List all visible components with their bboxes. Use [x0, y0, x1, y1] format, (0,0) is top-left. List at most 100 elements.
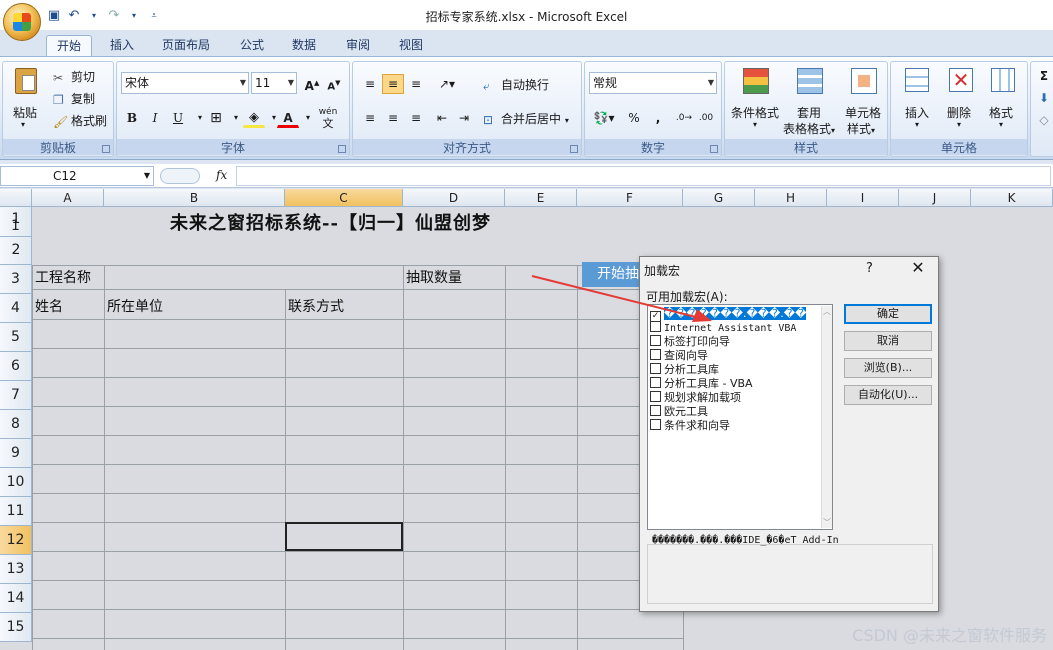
percent-button[interactable]: % — [623, 108, 645, 128]
name-box[interactable]: C12 ▼ — [0, 166, 154, 186]
chevron-down-icon[interactable]: ▾ — [957, 120, 961, 129]
delete-cells-icon[interactable]: ✕ — [939, 64, 983, 102]
cell-styles-icon[interactable] — [843, 64, 887, 102]
shrink-font-icon[interactable]: A▼ — [323, 73, 345, 93]
orientation-icon[interactable]: ↗▾ — [433, 74, 461, 94]
column-header[interactable]: K — [971, 189, 1053, 207]
addin-item[interactable]: 标签打印向导 — [650, 335, 730, 349]
insert-cells-button[interactable]: 插入 — [905, 104, 929, 121]
checkbox-icon[interactable] — [650, 335, 661, 346]
chevron-down-icon[interactable]: ▾ — [753, 120, 757, 129]
addin-item[interactable]: 分析工具库 — [650, 363, 719, 377]
ok-button[interactable]: 确定 — [844, 304, 932, 324]
align-bottom-icon[interactable]: ≡ — [405, 74, 427, 94]
checkbox-icon[interactable] — [650, 391, 661, 402]
delete-cells-button[interactable]: 删除 — [947, 104, 971, 121]
copy-button[interactable]: ❐ 复制 — [53, 90, 95, 107]
grow-font-icon[interactable]: A▲ — [301, 73, 323, 93]
align-top-icon[interactable]: ≡ — [359, 74, 381, 94]
scroll-down-icon[interactable]: ﹀ — [822, 517, 832, 528]
checkbox-icon[interactable] — [650, 363, 661, 374]
alignment-launcher-icon[interactable] — [570, 145, 578, 153]
active-cell[interactable] — [285, 522, 403, 551]
addin-item[interactable]: 欧元工具 — [650, 405, 708, 419]
row-header[interactable]: 5 — [0, 323, 32, 352]
select-all-corner[interactable] — [0, 189, 32, 207]
column-header[interactable]: H — [755, 189, 827, 207]
autosum-icon[interactable]: Σ — [1033, 66, 1053, 86]
row-header[interactable]: 15 — [0, 613, 32, 642]
addin-item[interactable]: ✓ �������.���.�� — [650, 307, 807, 322]
row-header[interactable]: 3 — [0, 265, 32, 294]
row-header[interactable]: 11 — [0, 497, 32, 526]
chevron-down-icon[interactable]: ▾ — [915, 120, 919, 129]
underline-button[interactable]: U — [167, 108, 189, 128]
checkbox-icon[interactable] — [650, 349, 661, 360]
format-as-table-button[interactable]: 套用 — [797, 104, 821, 121]
column-header[interactable]: D — [403, 189, 505, 207]
format-as-table-icon[interactable] — [789, 64, 833, 102]
insert-function-button[interactable]: fx — [216, 168, 227, 182]
phonetic-button[interactable]: wén 文 — [313, 106, 343, 129]
cancel-button[interactable]: 取消 — [844, 331, 932, 351]
insert-cells-icon[interactable] — [895, 64, 939, 102]
paste-button[interactable] — [7, 66, 51, 104]
row-header[interactable]: 13 — [0, 555, 32, 584]
conditional-format-button[interactable]: 条件格式 — [731, 104, 779, 121]
align-left-icon[interactable]: ≡ — [359, 108, 381, 128]
increase-decimal-icon[interactable]: .0→ — [673, 108, 695, 128]
wrap-text-button[interactable]: ⤶ 自动换行 — [483, 76, 549, 93]
addins-list[interactable]: ✓ �������.���.�� Internet Assistant VBA 标… — [647, 304, 833, 530]
italic-button[interactable]: I — [144, 108, 166, 128]
paste-dropdown-icon[interactable]: ▾ — [21, 120, 25, 129]
currency-icon[interactable]: 💱▾ — [589, 108, 619, 128]
font-family-select[interactable]: 宋体 ▼ — [121, 72, 249, 94]
tab-review[interactable]: 审阅 — [336, 35, 380, 56]
number-launcher-icon[interactable] — [710, 145, 718, 153]
row-header[interactable]: 4 — [0, 294, 32, 323]
row-header[interactable]: 8 — [0, 410, 32, 439]
align-right-icon[interactable]: ≡ — [405, 108, 427, 128]
clipboard-launcher-icon[interactable] — [102, 145, 110, 153]
tab-data[interactable]: 数据 — [282, 35, 326, 56]
column-header[interactable]: A — [32, 189, 104, 207]
fill-icon[interactable]: ⬇ — [1033, 88, 1053, 108]
align-center-icon[interactable]: ≡ — [382, 108, 404, 128]
borders-icon[interactable]: ⊞ — [205, 108, 227, 128]
column-header[interactable]: G — [683, 189, 755, 207]
browse-button[interactable]: 浏览(B)... — [844, 358, 932, 378]
help-button[interactable]: ? — [866, 261, 873, 276]
decrease-decimal-icon[interactable]: .00 — [695, 108, 717, 128]
column-header[interactable]: J — [899, 189, 971, 207]
conditional-format-icon[interactable] — [735, 64, 779, 102]
clear-icon[interactable]: ◇ — [1033, 110, 1053, 130]
comma-button[interactable]: , — [647, 108, 669, 128]
font-launcher-icon[interactable] — [338, 145, 346, 153]
row-header[interactable]: 14 — [0, 584, 32, 613]
row-header-selected[interactable]: 12 — [0, 526, 32, 555]
tab-page-layout[interactable]: 页面布局 — [152, 35, 220, 56]
number-format-select[interactable]: 常规 ▼ — [589, 72, 717, 94]
column-header[interactable]: B — [104, 189, 285, 207]
addin-item[interactable]: 分析工具库 - VBA — [650, 377, 753, 391]
font-color-icon[interactable]: A — [277, 108, 299, 128]
addin-item[interactable]: 查阅向导 — [650, 349, 708, 363]
row-header[interactable]: 7 — [0, 381, 32, 410]
cell-styles-button[interactable]: 单元格 — [845, 104, 881, 121]
automation-button[interactable]: 自动化(U)... — [844, 385, 932, 405]
cut-button[interactable]: ✂ 剪切 — [53, 68, 95, 85]
tab-formulas[interactable]: 公式 — [230, 35, 274, 56]
checkbox-icon[interactable] — [650, 419, 661, 430]
chevron-down-icon[interactable]: ▾ — [999, 120, 1003, 129]
format-painter-button[interactable]: 🖌 格式刷 — [53, 112, 107, 129]
checkbox-icon[interactable] — [650, 321, 661, 332]
format-cells-button[interactable]: 格式 — [989, 104, 1013, 121]
addin-item[interactable]: Internet Assistant VBA — [650, 321, 796, 335]
row-header[interactable]: 6 — [0, 352, 32, 381]
office-button[interactable] — [3, 3, 41, 41]
tab-home[interactable]: 开始 — [46, 35, 93, 56]
fill-color-icon[interactable]: ◈ — [243, 108, 265, 128]
column-header-selected[interactable]: C — [285, 189, 403, 207]
formula-input[interactable] — [236, 166, 1051, 186]
close-icon[interactable]: ✕ — [908, 258, 928, 278]
